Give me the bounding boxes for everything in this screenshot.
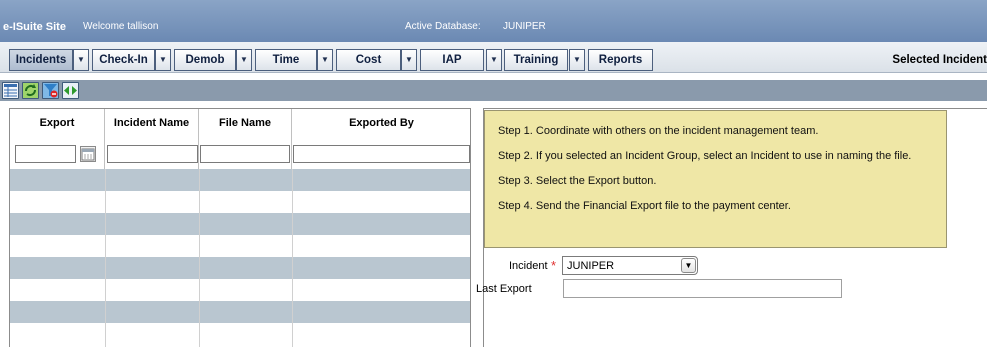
menu-iap[interactable]: IAP [420, 49, 484, 71]
last-export-field[interactable] [563, 279, 842, 298]
column-divider [199, 169, 200, 347]
instruction-step-3: Step 3. Select the Export button. [498, 175, 657, 187]
table-row[interactable] [10, 235, 470, 257]
menu-cost-dropdown[interactable]: ▼ [401, 49, 417, 71]
column-header-exported-by: Exported By [349, 117, 414, 129]
export-history-grid: Export Incident Name File Name Exported … [9, 108, 471, 347]
menu-check-in[interactable]: Check-In [92, 49, 155, 71]
instruction-step-1: Step 1. Coordinate with others on the in… [498, 125, 819, 137]
incident-select[interactable]: JUNIPER ▼ [562, 256, 698, 275]
active-database-value: JUNIPER [503, 21, 546, 32]
toolbar [0, 80, 987, 101]
refresh-icon[interactable] [22, 82, 39, 99]
grid-body [10, 169, 470, 345]
menu-incidents-dropdown[interactable]: ▼ [73, 49, 89, 71]
welcome-text: Welcome tallison [83, 21, 159, 32]
menu-time-dropdown[interactable]: ▼ [317, 49, 333, 71]
column-header-file-name: File Name [219, 117, 271, 129]
incident-name-filter[interactable] [107, 145, 198, 163]
column-header-incident-name: Incident Name [113, 117, 190, 129]
main-menu-bar: Incidents ▼ Check-In ▼ Demob ▼ Time ▼ Co… [0, 42, 987, 73]
required-indicator: * [551, 258, 557, 273]
incident-label: Incident [509, 260, 548, 272]
column-divider [105, 169, 106, 347]
table-row[interactable] [10, 213, 470, 235]
active-database-label: Active Database: [405, 21, 481, 32]
incident-select-value: JUNIPER [567, 260, 615, 272]
menu-reports[interactable]: Reports [588, 49, 653, 71]
column-header-export: Export [39, 117, 75, 129]
column-divider [292, 169, 293, 347]
instruction-step-2: Step 2. If you selected an Incident Grou… [498, 150, 912, 162]
calendar-icon[interactable] [80, 146, 96, 162]
menu-cost[interactable]: Cost [336, 49, 401, 71]
app-header: e-ISuite Site Welcome tallison Active Da… [0, 0, 987, 42]
table-row[interactable] [10, 301, 470, 323]
file-name-filter[interactable] [200, 145, 290, 163]
exported-by-filter[interactable] [293, 145, 470, 163]
chevron-down-icon[interactable]: ▼ [681, 258, 696, 273]
table-row[interactable] [10, 279, 470, 301]
table-row[interactable] [10, 257, 470, 279]
instruction-step-4: Step 4. Send the Financial Export file t… [498, 200, 791, 212]
table-row[interactable] [10, 323, 470, 345]
export-date-filter[interactable] [15, 145, 76, 163]
instructions-box: Step 1. Coordinate with others on the in… [484, 110, 947, 248]
table-row[interactable] [10, 191, 470, 213]
last-export-label: Last Export [476, 283, 532, 295]
menu-iap-dropdown[interactable]: ▼ [486, 49, 502, 71]
menu-training-dropdown[interactable]: ▼ [569, 49, 585, 71]
filter-clear-icon[interactable] [42, 82, 59, 99]
expand-icon[interactable] [62, 82, 79, 99]
menu-training[interactable]: Training [504, 49, 568, 71]
selected-incident-label: Selected Incident [892, 54, 987, 66]
grid-icon[interactable] [2, 82, 19, 99]
table-row[interactable] [10, 169, 470, 191]
menu-check-in-dropdown[interactable]: ▼ [155, 49, 171, 71]
menu-time[interactable]: Time [255, 49, 317, 71]
app-title: e-ISuite Site [3, 21, 66, 33]
menu-demob[interactable]: Demob [174, 49, 236, 71]
menu-demob-dropdown[interactable]: ▼ [236, 49, 252, 71]
menu-incidents[interactable]: Incidents [9, 49, 73, 71]
